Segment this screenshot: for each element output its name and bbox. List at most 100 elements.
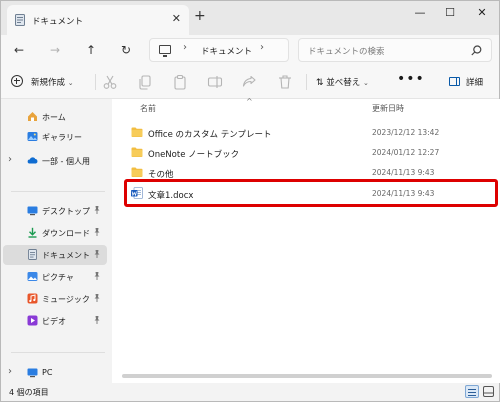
column-header-modified[interactable]: 更新日時 [372, 103, 404, 114]
folder-icon [131, 127, 143, 137]
sidebar-item-home[interactable]: ホーム [3, 107, 107, 127]
back-button[interactable]: ← [9, 40, 29, 60]
sidebar-item-label: ホーム [42, 113, 66, 122]
file-explorer-window: ドキュメント ✕ + — ☐ ✕ ← → ↑ ↻ › ドキュメント › ドキュメ… [0, 0, 500, 402]
command-bar: 新規作成 ⌄ ⇅ 並べ替え ⌄ ••• 詳細 [1, 65, 499, 99]
sidebar-item-downloads[interactable]: ダウンロード [3, 223, 107, 243]
file-name: OneNote ノートブック [148, 150, 240, 160]
sidebar-item-music[interactable]: ミュージック [3, 289, 107, 309]
new-button-label: 新規作成 [31, 78, 66, 88]
item-count: 4 個の項目 [9, 388, 49, 397]
sort-button-label: 並べ替え [326, 78, 361, 88]
expand-chevron-icon[interactable]: › [8, 154, 12, 165]
highlight-box [124, 179, 498, 207]
pin-icon[interactable] [93, 249, 101, 259]
copy-icon[interactable] [137, 74, 153, 90]
sidebar-item-videos[interactable]: ビデオ [3, 311, 107, 331]
list-item[interactable]: Office のカスタム テンプレート 2023/12/12 13:42 [126, 123, 498, 143]
tab-documents[interactable]: ドキュメント ✕ [7, 5, 189, 35]
rename-icon[interactable] [207, 74, 223, 90]
details-label: 詳細 [466, 78, 484, 88]
breadcrumb-separator[interactable]: › [260, 42, 264, 53]
sidebar-divider [11, 352, 105, 353]
up-button[interactable]: ↑ [81, 40, 101, 60]
close-tab-button[interactable]: ✕ [172, 12, 181, 25]
toolbar-divider [95, 74, 96, 90]
file-modified: 2024/11/13 9:43 [372, 168, 435, 177]
refresh-button[interactable]: ↻ [116, 40, 136, 60]
sort-icon: ⇅ [316, 78, 324, 88]
sort-button[interactable]: ⇅ 並べ替え ⌄ [316, 76, 369, 88]
sidebar-divider [11, 191, 105, 192]
list-item[interactable]: OneNote ノートブック 2024/01/12 12:27 [126, 143, 498, 163]
navigation-pane: ホーム ギャラリー › 一部 - 個人用 デスクトップ ダウンロード ドキュメン… [1, 99, 111, 383]
share-icon[interactable] [241, 74, 257, 90]
file-modified: 2024/01/12 12:27 [372, 148, 440, 157]
folder-icon [131, 167, 143, 177]
pin-icon[interactable] [93, 227, 101, 237]
sidebar-item-gallery[interactable]: ギャラリー [3, 127, 107, 147]
documents-icon [15, 14, 25, 26]
horizontal-scrollbar[interactable] [122, 374, 492, 378]
sidebar-item-label: PC [42, 368, 53, 377]
close-window-button[interactable]: ✕ [467, 5, 497, 21]
new-tab-button[interactable]: + [194, 9, 206, 23]
music-icon [27, 293, 38, 304]
pin-icon[interactable] [93, 315, 101, 325]
search-input[interactable]: ドキュメントの検索 [298, 38, 492, 62]
sidebar-item-label: ミュージック [42, 295, 90, 304]
search-icon [471, 45, 482, 56]
sort-ascending-icon: ^ [246, 97, 253, 106]
chevron-down-icon: ⌄ [67, 79, 74, 87]
minimize-button[interactable]: — [405, 5, 435, 21]
sidebar-item-label: ギャラリー [42, 133, 82, 142]
gallery-icon [27, 132, 38, 141]
sidebar-item-label: ビデオ [42, 317, 66, 326]
breadcrumb-separator[interactable]: › [183, 42, 187, 53]
tab-title: ドキュメント [32, 17, 84, 27]
sidebar-item-pictures[interactable]: ピクチャ [3, 267, 107, 287]
delete-icon[interactable] [277, 74, 293, 90]
video-icon [27, 315, 38, 326]
breadcrumb-documents[interactable]: ドキュメント [201, 45, 252, 57]
sidebar-item-onedrive[interactable]: › 一部 - 個人用 [3, 151, 107, 171]
download-icon [28, 227, 37, 238]
details-pane-button[interactable]: 詳細 [449, 76, 483, 88]
onedrive-icon [27, 157, 38, 164]
pin-icon[interactable] [93, 205, 101, 215]
sidebar-item-label: ピクチャ [42, 273, 74, 282]
column-header-name[interactable]: 名前 [140, 103, 156, 114]
details-view-button[interactable] [465, 385, 479, 398]
sidebar-item-label: デスクトップ [42, 207, 90, 216]
pc-icon [27, 368, 38, 378]
sidebar-item-pc[interactable]: › PC [3, 363, 107, 383]
add-circle-icon [11, 75, 23, 87]
file-name: Office のカスタム テンプレート [148, 130, 272, 140]
address-bar[interactable]: › ドキュメント › [149, 38, 289, 62]
sidebar-item-label: 一部 - 個人用 [42, 157, 90, 166]
sidebar-item-documents[interactable]: ドキュメント [3, 245, 107, 265]
expand-chevron-icon[interactable]: › [8, 366, 12, 377]
toolbar-divider [306, 74, 307, 90]
navigation-bar: ← → ↑ ↻ › ドキュメント › ドキュメントの検索 [1, 35, 499, 65]
chevron-down-icon: ⌄ [362, 79, 369, 87]
paste-icon[interactable] [172, 74, 188, 90]
sidebar-item-label: ダウンロード [42, 229, 90, 238]
details-pane-icon [449, 77, 460, 86]
home-icon [28, 112, 37, 121]
file-modified: 2023/12/12 13:42 [372, 128, 440, 137]
more-options-button[interactable]: ••• [397, 71, 425, 87]
sidebar-item-desktop[interactable]: デスクトップ [3, 201, 107, 221]
maximize-button[interactable]: ☐ [435, 5, 465, 21]
large-icons-view-icon[interactable] [483, 386, 494, 397]
folder-icon [131, 147, 143, 157]
pin-icon[interactable] [93, 271, 101, 281]
pin-icon[interactable] [93, 293, 101, 303]
status-bar: 4 個の項目 [1, 383, 499, 401]
cut-icon[interactable] [102, 74, 118, 90]
pictures-icon [27, 272, 38, 281]
title-bar: ドキュメント ✕ + — ☐ ✕ [1, 1, 499, 35]
forward-button[interactable]: → [45, 40, 65, 60]
documents-icon [28, 249, 37, 260]
search-placeholder: ドキュメントの検索 [308, 47, 385, 57]
